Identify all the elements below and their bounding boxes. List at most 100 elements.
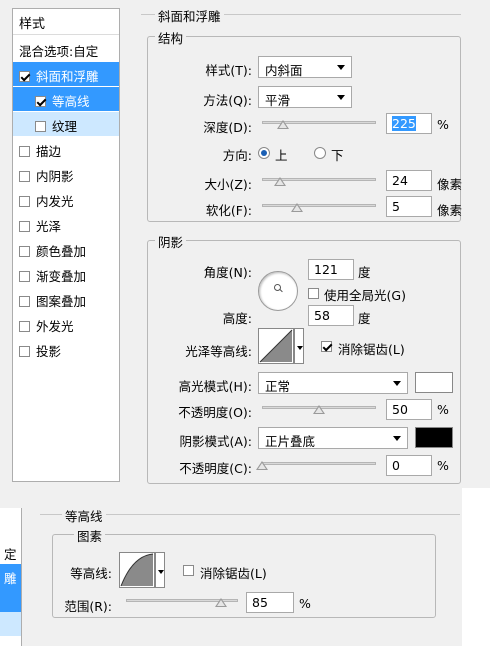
style-list-item-stroke[interactable]: 描边 (13, 137, 119, 161)
style-list-item-bevel-emboss[interactable]: 斜面和浮雕 (13, 62, 119, 86)
checkbox-icon (183, 565, 194, 576)
checkbox-icon[interactable] (35, 121, 46, 132)
style-list-item-label: 内阴影 (36, 169, 74, 184)
style-list-item-label: 纹理 (52, 119, 78, 134)
canvas-edge (462, 488, 490, 646)
bevel-section-title: 斜面和浮雕 (155, 6, 224, 25)
highlight-mode-select[interactable]: 正常 (258, 372, 408, 394)
soften-label: 软化(F): (205, 203, 252, 218)
shadow-opacity-track[interactable] (262, 462, 376, 465)
altitude-input[interactable]: 58 (308, 305, 354, 326)
direction-up-radio[interactable] (258, 147, 270, 159)
depth-slider-thumb[interactable] (276, 120, 289, 129)
shading-legend: 阴影 (155, 232, 187, 251)
direction-label: 方向: (222, 148, 252, 163)
range-slider-thumb[interactable] (215, 598, 228, 607)
style-list-item-satin[interactable]: 光泽 (13, 212, 119, 236)
chevron-down-icon (337, 65, 345, 70)
style-list-item-texture[interactable]: 纹理 (13, 112, 119, 136)
style-list-item-label: 外发光 (36, 319, 74, 334)
highlight-color-swatch[interactable] (415, 372, 453, 393)
technique-label: 方法(Q): (203, 93, 252, 108)
style-list-item-inner-glow[interactable]: 内发光 (13, 187, 119, 211)
list-fragment-texture (0, 612, 21, 636)
style-select-value: 内斜面 (265, 63, 303, 78)
shadow-color-swatch[interactable] (415, 427, 453, 448)
style-list-item-color-overlay[interactable]: 颜色叠加 (13, 237, 119, 261)
contour-label: 等高线: (70, 566, 112, 581)
gloss-contour-dropdown[interactable] (294, 328, 304, 364)
shadow-opacity-input[interactable]: 0 (386, 455, 432, 476)
style-list-item-pattern-overlay[interactable]: 图案叠加 (13, 287, 119, 311)
chevron-down-icon (393, 381, 401, 386)
style-list-item-inner-shadow[interactable]: 内阴影 (13, 162, 119, 186)
highlight-opacity-input[interactable]: 50 (386, 399, 432, 420)
structure-legend: 结构 (155, 28, 187, 47)
angle-dial[interactable] (258, 271, 298, 311)
technique-select[interactable]: 平滑 (258, 86, 352, 108)
chevron-down-icon (393, 436, 401, 441)
style-list-item-blending-options[interactable]: 混合选项:自定 (13, 37, 119, 61)
direction-down-label: 下 (331, 148, 344, 163)
depth-unit: % (437, 117, 449, 132)
global-light-checkbox[interactable] (308, 287, 325, 301)
style-list-item-outer-glow[interactable]: 外发光 (13, 312, 119, 336)
angle-input[interactable]: 121 (308, 259, 354, 280)
checkbox-icon[interactable] (19, 346, 30, 357)
style-list-item-label: 描边 (36, 144, 62, 159)
list-fragment-bevel: 雕 (0, 564, 21, 588)
elements-legend: 图素 (74, 526, 106, 545)
soften-input[interactable]: 5 (386, 196, 432, 217)
depth-label: 深度(D): (203, 120, 252, 135)
style-list-item-gradient-overlay[interactable]: 渐变叠加 (13, 262, 119, 286)
checkbox-checked-icon[interactable] (19, 71, 30, 82)
contour-curve-icon (120, 553, 154, 587)
style-list-item-label: 投影 (36, 344, 62, 359)
style-list-item-label: 渐变叠加 (36, 269, 87, 284)
altitude-unit: 度 (358, 311, 371, 326)
gloss-contour-preview[interactable] (258, 328, 294, 364)
gloss-contour-label: 光泽等高线: (185, 344, 252, 359)
style-list-item-label: 内发光 (36, 194, 74, 209)
depth-input[interactable]: 225 (386, 113, 432, 134)
style-list-item-contour[interactable]: 等高线 (13, 87, 119, 111)
checkbox-icon (308, 288, 319, 299)
soften-slider-track[interactable] (262, 204, 376, 207)
checkbox-icon[interactable] (19, 296, 30, 307)
size-slider-thumb[interactable] (274, 177, 287, 186)
checkbox-checked-icon (321, 341, 332, 352)
style-list-item-drop-shadow[interactable]: 投影 (13, 337, 119, 361)
angle-label: 角度(N): (203, 265, 252, 280)
checkbox-icon[interactable] (19, 271, 30, 282)
size-label: 大小(Z): (204, 177, 252, 192)
range-unit: % (299, 596, 311, 611)
contour-dropdown[interactable] (155, 552, 165, 588)
style-list-item-label: 光泽 (36, 219, 62, 234)
range-input[interactable]: 85 (246, 592, 294, 613)
checkbox-icon[interactable] (19, 221, 30, 232)
gloss-antialias-checkbox[interactable] (321, 340, 338, 354)
angle-dial-needle-icon (279, 288, 283, 293)
checkbox-icon[interactable] (19, 196, 30, 207)
style-list-item-label: 颜色叠加 (36, 244, 87, 259)
checkbox-icon[interactable] (19, 246, 30, 257)
contour-preview[interactable] (119, 552, 155, 588)
angle-unit: 度 (358, 265, 371, 280)
checkbox-icon[interactable] (19, 321, 30, 332)
highlight-opacity-thumb[interactable] (313, 405, 325, 414)
soften-slider-thumb[interactable] (291, 203, 304, 212)
style-select[interactable]: 内斜面 (258, 56, 352, 78)
checkbox-checked-icon[interactable] (35, 96, 46, 107)
shadow-opacity-unit: % (437, 458, 449, 473)
list-fragment-contour (0, 588, 21, 612)
size-input[interactable]: 24 (386, 170, 432, 191)
style-list-item-label: 图案叠加 (36, 294, 87, 309)
direction-down-radio[interactable] (314, 147, 326, 159)
direction-up-label: 上 (275, 148, 288, 163)
shadow-mode-select[interactable]: 正片叠底 (258, 427, 408, 449)
range-label: 范围(R): (64, 599, 112, 614)
checkbox-icon[interactable] (19, 146, 30, 157)
checkbox-icon[interactable] (19, 171, 30, 182)
contour-antialias-checkbox[interactable] (183, 564, 200, 578)
shadow-opacity-thumb[interactable] (256, 461, 268, 470)
